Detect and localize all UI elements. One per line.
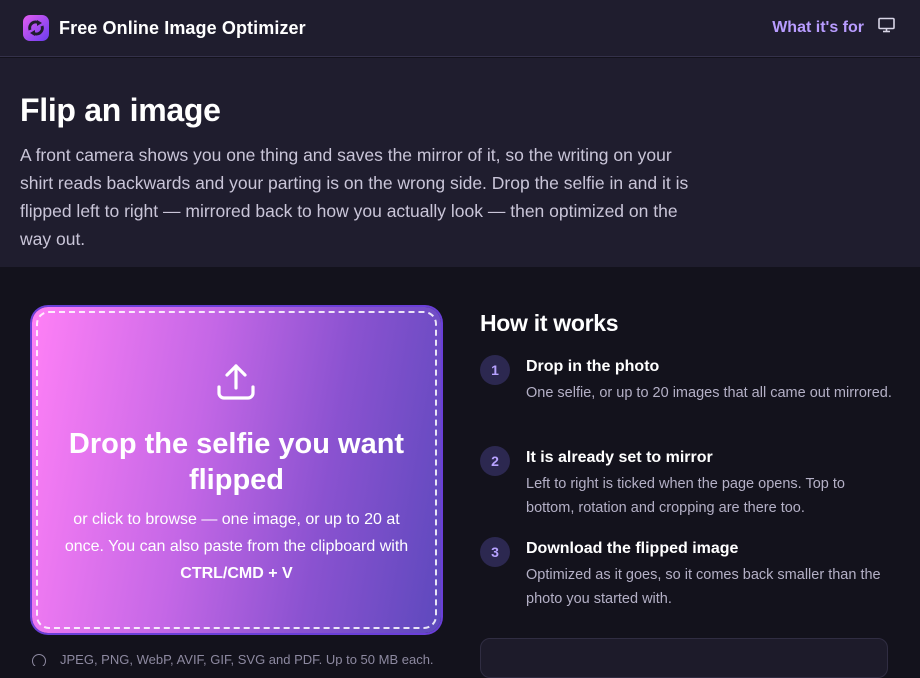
step-number: 3 bbox=[480, 537, 510, 567]
step-number: 2 bbox=[480, 446, 510, 476]
step-description: Optimized as it goes, so it comes back s… bbox=[526, 567, 881, 607]
brand-name[interactable]: Free Online Image Optimizer bbox=[59, 18, 306, 39]
paste-shortcut: CTRL/CMD + V bbox=[180, 565, 293, 582]
step-title: Download the flipped image bbox=[526, 540, 739, 557]
page-description: A front camera shows you one thing and s… bbox=[20, 145, 689, 249]
dropzone-subtitle: or click to browse — one image, or up to… bbox=[60, 506, 413, 587]
supported-formats-note: JPEG, PNG, WebP, AVIF, GIF, SVG and PDF.… bbox=[32, 652, 452, 666]
dropzone-subtitle-text: or click to browse — one image, or up to… bbox=[64, 511, 409, 555]
what-its-for-link[interactable]: What it's for bbox=[772, 19, 864, 37]
monitor-icon[interactable] bbox=[878, 17, 895, 33]
options-card bbox=[480, 638, 888, 678]
how-it-works-heading: How it works bbox=[480, 310, 619, 336]
info-icon bbox=[32, 654, 46, 666]
step-description: One selfie, or up to 20 images that all … bbox=[526, 385, 892, 401]
step-title: Drop in the photo bbox=[526, 358, 660, 375]
step-description: Left to right is ticked when the page op… bbox=[526, 476, 845, 516]
supported-formats-text: JPEG, PNG, WebP, AVIF, GIF, SVG and PDF.… bbox=[60, 652, 434, 666]
hero-section: Flip an image A front camera shows you o… bbox=[0, 58, 920, 267]
refresh-arrows-logo-icon[interactable] bbox=[23, 15, 49, 41]
dropzone-title: Drop the selfie you want flipped bbox=[68, 428, 405, 496]
top-navigation-bar: Free Online Image Optimizer What it's fo… bbox=[0, 0, 920, 57]
step-number: 1 bbox=[480, 355, 510, 385]
upload-icon bbox=[217, 364, 255, 400]
step-title: It is already set to mirror bbox=[526, 449, 713, 466]
page-title: Flip an image bbox=[20, 92, 221, 128]
